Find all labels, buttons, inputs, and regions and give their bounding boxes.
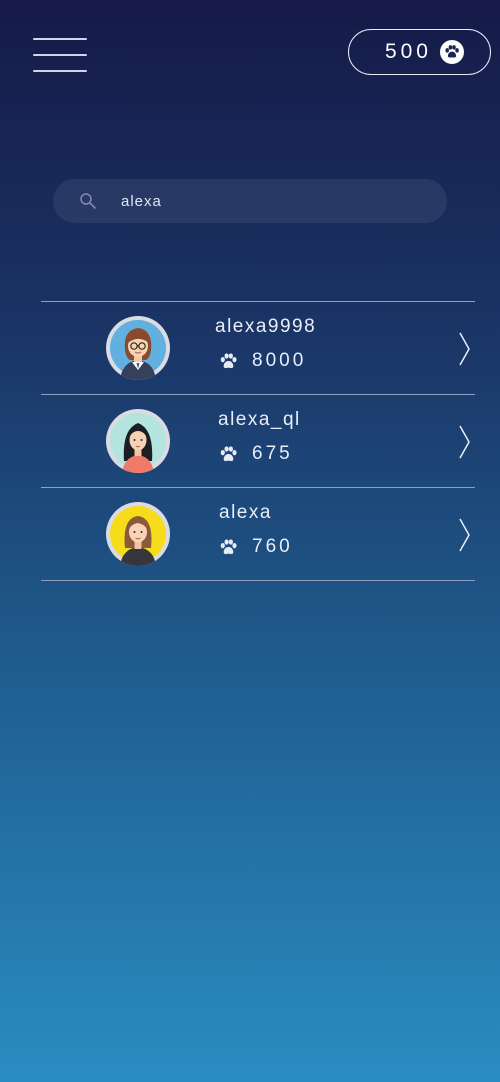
avatar [106, 409, 170, 473]
paw-icon [220, 445, 237, 461]
chevron-right-icon[interactable] [459, 518, 471, 557]
chevron-right-icon[interactable] [459, 332, 471, 371]
menu-icon [33, 38, 87, 40]
score-value: 8000 [252, 350, 307, 371]
score-value: 675 [252, 443, 293, 464]
paw-icon [220, 538, 237, 554]
avatar [106, 316, 170, 380]
search-input[interactable] [121, 179, 421, 223]
score: 8000 [219, 350, 306, 372]
score: 760 [219, 536, 293, 558]
score-value: 760 [252, 536, 293, 557]
paw-icon [220, 352, 237, 368]
balance-badge[interactable]: 500 [348, 29, 491, 75]
username: alexa_ql [218, 409, 301, 430]
username: alexa [219, 502, 272, 523]
menu-button[interactable] [33, 37, 87, 73]
paw-icon [440, 40, 464, 64]
results-list: alexa9998 8000 alexa_ql 675 alexa 760 [41, 301, 475, 581]
list-item[interactable]: alexa 760 [41, 487, 475, 581]
score: 675 [219, 443, 293, 465]
list-item[interactable]: alexa9998 8000 [41, 301, 475, 394]
balance-amount: 500 [384, 40, 432, 63]
list-item[interactable]: alexa_ql 675 [41, 394, 475, 487]
username: alexa9998 [215, 316, 317, 337]
search-bar[interactable] [53, 179, 447, 223]
chevron-right-icon[interactable] [459, 425, 471, 464]
search-icon [79, 192, 97, 215]
avatar [106, 502, 170, 566]
